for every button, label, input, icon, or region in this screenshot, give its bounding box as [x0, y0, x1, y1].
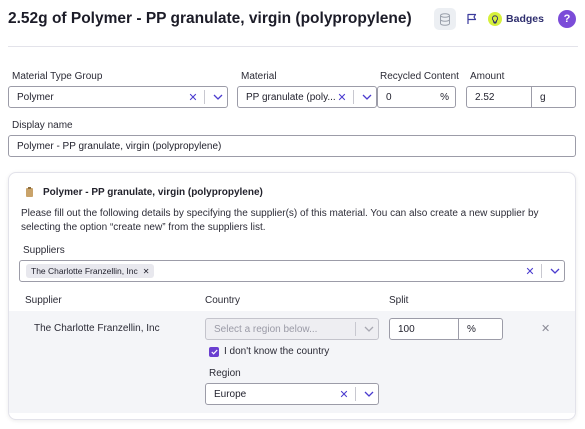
table-row: The Charlotte Franzellin, Inc Select a r…: [9, 311, 575, 413]
material-type-group-select[interactable]: Polymer ✕: [8, 86, 228, 108]
recycled-content-label: Recycled Content: [380, 71, 459, 82]
card-description: Please fill out the following details by…: [21, 208, 539, 233]
split-input[interactable]: 100 %: [389, 318, 503, 340]
material-value: PP granulate (poly...: [246, 91, 335, 103]
flag-icon: [467, 13, 477, 24]
material-label: Material: [241, 71, 277, 82]
supplier-card: Polymer - PP granulate, virgin (polyprop…: [8, 172, 576, 420]
row-supplier-name: The Charlotte Franzellin, Inc: [34, 323, 160, 334]
flag-button[interactable]: [462, 8, 482, 30]
material-select[interactable]: PP granulate (poly... ✕: [237, 86, 377, 108]
recycled-content-unit: %: [440, 91, 449, 103]
dont-know-country-label: I don't know the country: [224, 346, 330, 357]
clear-icon[interactable]: ✕: [523, 265, 537, 278]
split-column-header: Split: [389, 295, 409, 306]
select-separator: [355, 387, 356, 401]
region-value: Europe: [214, 388, 247, 400]
help-button[interactable]: ?: [558, 10, 576, 28]
country-placeholder: Select a region below...: [214, 323, 318, 335]
dont-know-country-checkbox[interactable]: [209, 347, 219, 357]
material-type-group-label: Material Type Group: [12, 71, 103, 82]
suppliers-label: Suppliers: [23, 245, 65, 256]
badges-label: Badges: [506, 13, 544, 25]
amount-unit: g: [531, 87, 575, 107]
clear-icon[interactable]: ✕: [186, 91, 200, 104]
lightbulb-icon: [488, 12, 503, 26]
chevron-down-icon: [360, 326, 378, 332]
supplier-column-header: Supplier: [25, 295, 62, 306]
header-divider: [8, 46, 578, 47]
database-icon: [440, 12, 450, 26]
select-separator: [541, 264, 542, 278]
remove-row-icon[interactable]: ✕: [541, 322, 550, 335]
chevron-down-icon[interactable]: [209, 94, 227, 100]
clear-icon[interactable]: ✕: [335, 91, 349, 104]
split-value: 100: [398, 323, 415, 335]
region-select[interactable]: Europe ✕: [205, 383, 379, 405]
suppliers-multiselect[interactable]: The Charlotte Franzellin, Inc ✕ ✕: [19, 260, 565, 282]
display-name-input[interactable]: Polymer - PP granulate, virgin (polyprop…: [8, 135, 576, 157]
recycled-content-input[interactable]: 0 %: [377, 86, 456, 108]
display-name-value: Polymer - PP granulate, virgin (polyprop…: [17, 140, 222, 152]
material-package-icon: [26, 187, 33, 197]
select-separator: [353, 90, 354, 104]
amount-value: 2.52: [475, 91, 495, 103]
chevron-down-icon[interactable]: [358, 94, 376, 100]
select-separator: [204, 90, 205, 104]
select-separator: [355, 322, 356, 336]
supplier-chip[interactable]: The Charlotte Franzellin, Inc ✕: [26, 264, 155, 278]
card-title: Polymer - PP granulate, virgin (polyprop…: [43, 187, 263, 198]
supplier-chip-label: The Charlotte Franzellin, Inc: [31, 266, 138, 276]
display-name-label: Display name: [12, 120, 73, 131]
chevron-down-icon[interactable]: [360, 391, 378, 397]
page-title: 2.52g of Polymer - PP granulate, virgin …: [8, 10, 412, 27]
country-column-header: Country: [205, 295, 241, 306]
checkmark-icon: [210, 349, 218, 355]
amount-label: Amount: [470, 71, 505, 82]
page-header: 2.52g of Polymer - PP granulate, virgin …: [8, 6, 578, 36]
clear-icon[interactable]: ✕: [337, 388, 351, 401]
material-type-group-value: Polymer: [17, 91, 54, 103]
remove-chip-icon[interactable]: ✕: [143, 267, 150, 276]
chevron-down-icon[interactable]: [546, 268, 564, 274]
database-button[interactable]: [434, 8, 456, 30]
amount-input[interactable]: 2.52 g: [466, 86, 576, 108]
recycled-content-value: 0: [386, 91, 392, 103]
badges-button[interactable]: Badges: [488, 8, 544, 30]
region-label: Region: [209, 368, 241, 379]
split-unit: %: [458, 319, 502, 339]
country-select[interactable]: Select a region below...: [205, 318, 379, 340]
card-header: Polymer - PP granulate, virgin (polyprop…: [25, 187, 263, 198]
